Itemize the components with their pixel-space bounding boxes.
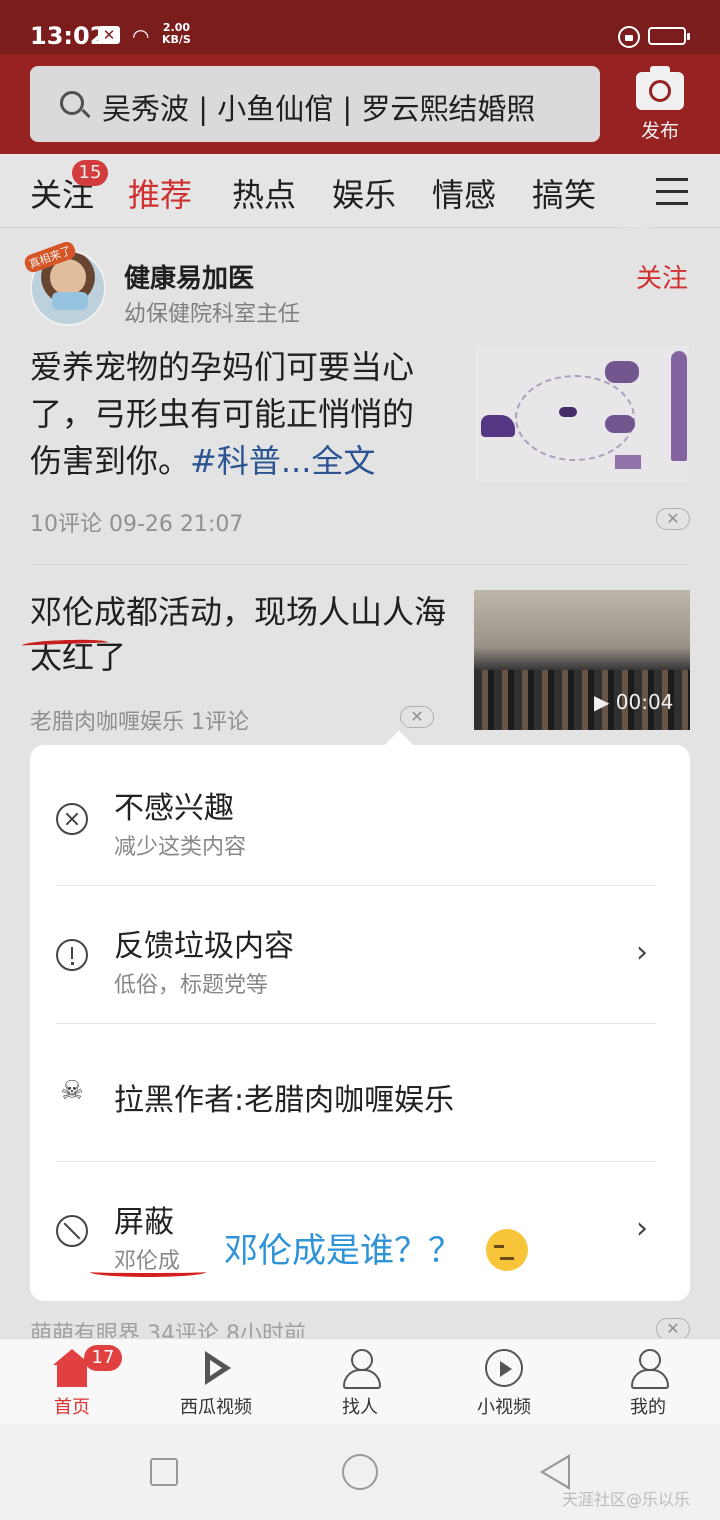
publish-button[interactable]: 发布 — [628, 66, 692, 148]
not-interested-option[interactable]: 不感兴趣 减少这类内容 — [30, 745, 690, 883]
nav-short-video[interactable]: 小视频 — [432, 1339, 576, 1425]
tab-funny[interactable]: 搞笑 — [532, 170, 596, 216]
nav-find-people[interactable]: 找人 — [288, 1339, 432, 1425]
camera-icon — [636, 66, 684, 110]
play-icon — [197, 1349, 235, 1387]
option-subtitle: 减少这类内容 — [114, 835, 247, 860]
battery-icon — [648, 27, 690, 45]
back-button[interactable] — [540, 1454, 570, 1490]
home-button[interactable] — [342, 1454, 378, 1490]
option-title: 不感兴趣 — [114, 791, 234, 826]
dismiss-icon[interactable]: ✕ — [656, 508, 690, 530]
nav-label: 找人 — [342, 1397, 378, 1418]
option-title: 反馈垃圾内容 — [114, 929, 294, 964]
notification-icon: ✕ — [98, 26, 120, 44]
handwritten-annotation: 邓伦成是谁？？ — [224, 1231, 462, 1271]
post-meta: 萌萌有眼界 34评论 8小时前 — [30, 1322, 306, 1338]
person-icon — [629, 1349, 669, 1389]
rotation-lock-icon — [618, 26, 640, 48]
video-thumbnail[interactable]: ▶ 00:04 — [474, 590, 690, 730]
read-more-link[interactable]: ...全文 — [281, 442, 376, 480]
annotation-underline — [90, 1267, 206, 1277]
dismiss-icon[interactable]: ✕ — [656, 1318, 690, 1338]
tab-entertainment[interactable]: 娱乐 — [332, 170, 396, 216]
watermark: 天涯社区@乐以乐 — [562, 1490, 691, 1509]
follow-button[interactable]: 关注 — [636, 258, 688, 295]
tab-recommend[interactable]: 推荐 — [128, 170, 192, 216]
home-badge: 17 — [84, 1345, 122, 1371]
search-bar[interactable]: 吴秀波 | 小鱼仙倌 | 罗云熙结婚照 — [30, 66, 600, 142]
option-title: 拉黑作者:老腊肉咖喱娱乐 — [114, 1083, 455, 1118]
wifi-icon: ◠ — [132, 24, 150, 48]
post-thumbnail[interactable] — [474, 344, 690, 484]
tab-hot[interactable]: 热点 — [232, 170, 296, 216]
post-meta: 10评论 09-26 21:07 — [30, 512, 244, 537]
hashtag-link[interactable]: #科普 — [190, 442, 281, 480]
publish-label: 发布 — [640, 120, 679, 142]
chevron-right-icon: › — [636, 1211, 648, 1246]
tabs-fade — [610, 154, 650, 228]
unamused-emoji-icon — [486, 1229, 528, 1271]
nav-xigua-video[interactable]: 西瓜视频 — [144, 1339, 288, 1425]
dislike-popup: 不感兴趣 减少这类内容 反馈垃圾内容 低俗，标题党等 › ☠ 拉黑作者:老腊肉咖… — [30, 745, 690, 1301]
network-speed: 2.00 KB/S — [162, 21, 191, 46]
system-navigation: 天涯社区@乐以乐 — [0, 1424, 720, 1520]
chevron-right-icon: › — [636, 935, 648, 970]
author-description: 幼保健院科室主任 — [124, 302, 301, 327]
status-bar: 13:02 ✕ ◠ 2.00 KB/S — [0, 0, 720, 54]
report-spam-option[interactable]: 反馈垃圾内容 低俗，标题党等 › — [30, 885, 690, 1023]
block-author-option[interactable]: ☠ 拉黑作者:老腊肉咖喱娱乐 — [30, 1023, 690, 1161]
status-time: 13:02 — [30, 22, 107, 50]
recent-apps-button[interactable] — [150, 1458, 178, 1486]
author-name[interactable]: 健康易加医 — [124, 258, 254, 295]
exclamation-icon — [56, 939, 88, 971]
bottom-navigation: 首页 17 西瓜视频 找人 小视频 我的 — [0, 1338, 720, 1424]
video-duration: ▶ 00:04 — [594, 690, 674, 714]
tab-follow-badge: 15 — [72, 160, 108, 186]
short-video-icon — [485, 1349, 523, 1387]
post-meta: 老腊肉咖喱娱乐 1评论 — [30, 710, 249, 735]
nav-label: 小视频 — [477, 1397, 531, 1418]
nav-me[interactable]: 我的 — [576, 1339, 720, 1425]
post-text[interactable]: 爱养宠物的孕妈们可要当心了，弓形虫有可能正悄悄的伤害到你。#科普...全文 — [30, 344, 440, 485]
option-subtitle: 低俗，标题党等 — [114, 973, 269, 998]
skull-icon: ☠ — [60, 1076, 84, 1106]
close-circle-icon — [56, 803, 88, 835]
post-title[interactable]: 邓伦成都活动，现场人山人海太红了 — [30, 590, 450, 680]
feed-divider — [30, 564, 690, 565]
nav-label: 我的 — [630, 1397, 666, 1418]
top-header: 吴秀波 | 小鱼仙倌 | 罗云熙结婚照 发布 — [0, 54, 720, 154]
search-hint-text: 吴秀波 | 小鱼仙倌 | 罗云熙结婚照 — [102, 92, 536, 126]
search-icon — [60, 91, 84, 115]
nav-label: 西瓜视频 — [180, 1397, 252, 1418]
option-title: 屏蔽 — [114, 1205, 174, 1240]
dismiss-icon[interactable]: ✕ — [400, 706, 434, 728]
channel-tabs: 关注 15 推荐 热点 娱乐 情感 搞笑 — [0, 154, 720, 228]
block-icon — [56, 1215, 88, 1247]
nav-home[interactable]: 首页 17 — [0, 1339, 144, 1425]
people-icon — [341, 1349, 381, 1389]
menu-icon[interactable] — [656, 178, 688, 206]
tab-emotion[interactable]: 情感 — [432, 170, 496, 216]
nav-label: 首页 — [54, 1397, 90, 1418]
